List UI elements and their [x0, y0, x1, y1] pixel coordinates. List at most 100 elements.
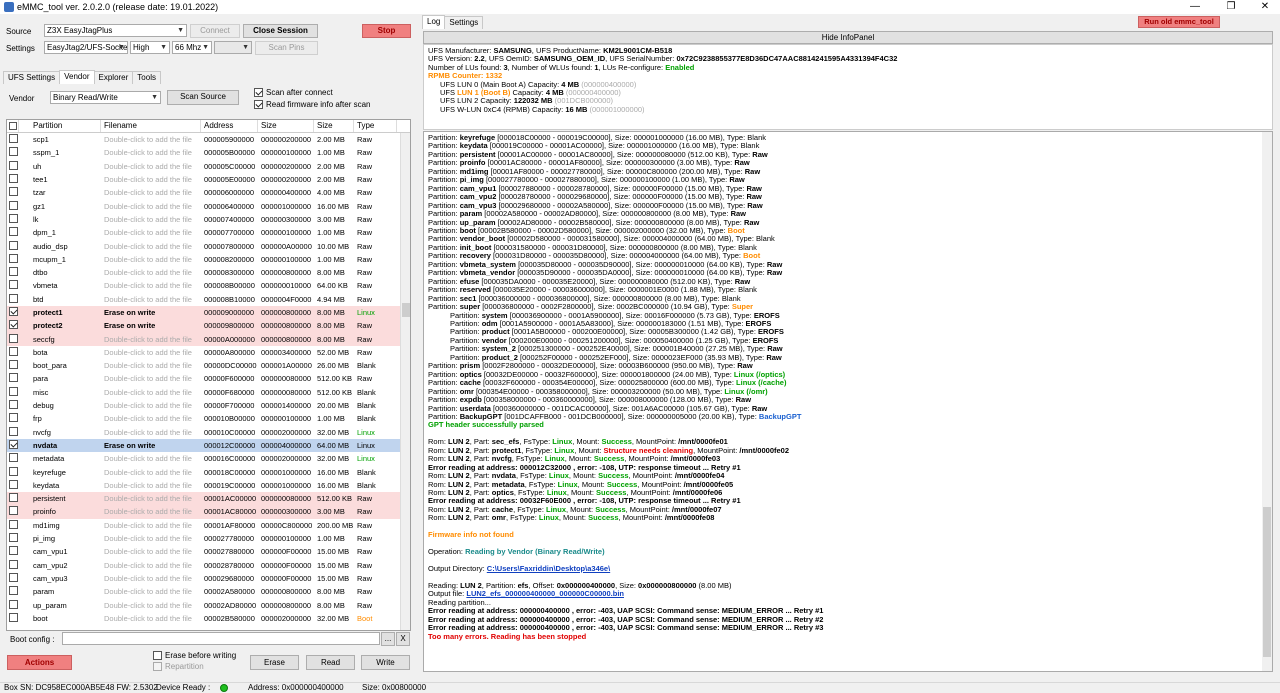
table-row[interactable]: param Double-click to add the file 00002A5… — [7, 585, 410, 598]
table-row[interactable]: seccfg Double-click to add the file 00000A… — [7, 332, 410, 346]
header-type[interactable]: Type — [354, 120, 397, 132]
row-checkbox[interactable] — [7, 400, 19, 411]
row-checkbox[interactable] — [7, 293, 19, 305]
row-checkbox[interactable] — [7, 373, 19, 384]
speed-select[interactable]: High ▼ — [130, 41, 170, 54]
table-row[interactable]: audio_dsp Double-click to add the file 000… — [7, 239, 410, 252]
boot-config-input[interactable] — [62, 632, 380, 645]
extra-select[interactable]: ▼ — [214, 41, 252, 54]
table-row[interactable]: bota Double-click to add the file 00000A80… — [7, 346, 410, 359]
read-button[interactable]: Read — [306, 655, 355, 670]
table-row[interactable]: btd Double-click to add the file 000008B10… — [7, 293, 410, 306]
table-row[interactable]: nvdata Erase on write 000012C00000 00000400… — [7, 438, 410, 453]
table-row[interactable]: cam_vpu2 Double-click to add the file 0000… — [7, 559, 410, 572]
scan-after-connect-checkbox[interactable]: Scan after connect — [254, 88, 333, 97]
vendor-select[interactable]: Binary Read/Write ▼ — [50, 91, 161, 104]
table-row[interactable]: tee1 Double-click to add the file 000005E0… — [7, 173, 410, 186]
log-panel[interactable]: Partition: keyrefuge [000018C00000 - 000… — [423, 131, 1273, 672]
row-checkbox[interactable] — [7, 346, 19, 358]
row-checkbox[interactable] — [7, 280, 19, 291]
table-row[interactable]: boot_para Double-click to add the file 000… — [7, 359, 410, 372]
table-scrollbar[interactable] — [400, 133, 410, 630]
header-filename[interactable]: Filename — [101, 120, 201, 132]
erase-before-writing-checkbox[interactable]: Erase before writing — [153, 651, 236, 660]
table-row[interactable]: boot Double-click to add the file 00002B58… — [7, 612, 410, 625]
repartition-checkbox[interactable]: Repartition — [153, 662, 204, 671]
table-row[interactable]: frp Double-click to add the file 000010B00… — [7, 412, 410, 425]
row-checkbox[interactable] — [7, 160, 19, 172]
row-checkbox[interactable] — [7, 147, 19, 158]
row-checkbox[interactable] — [7, 200, 19, 212]
table-row[interactable]: metadata Double-click to add the file 0000… — [7, 452, 410, 465]
row-checkbox[interactable] — [7, 187, 19, 198]
row-checkbox[interactable] — [7, 519, 19, 531]
tab-vendor[interactable]: Vendor — [59, 70, 95, 84]
table-row[interactable]: cam_vpu1 Double-click to add the file 0000… — [7, 545, 410, 558]
table-row[interactable]: keydata Double-click to add the file 00001… — [7, 479, 410, 492]
row-checkbox[interactable] — [7, 466, 19, 478]
table-row[interactable]: dtbo Double-click to add the file 00000830… — [7, 266, 410, 279]
table-row[interactable]: gz1 Double-click to add the file 000006400… — [7, 199, 410, 212]
actions-button[interactable]: Actions — [7, 655, 72, 670]
row-checkbox[interactable] — [7, 307, 19, 318]
browse-button[interactable]: ... — [381, 632, 395, 646]
row-checkbox[interactable] — [7, 599, 19, 611]
row-checkbox[interactable] — [7, 546, 19, 557]
row-checkbox[interactable] — [7, 174, 19, 185]
stop-button[interactable]: Stop — [362, 24, 411, 38]
connect-button[interactable]: Connect — [190, 24, 240, 38]
row-checkbox[interactable] — [7, 426, 19, 438]
table-row[interactable]: nvcfg Double-click to add the file 000010C… — [7, 426, 410, 439]
row-checkbox[interactable] — [7, 213, 19, 225]
erase-button[interactable]: Erase — [250, 655, 299, 670]
close-window-button[interactable]: ✕ — [1248, 0, 1280, 14]
table-row[interactable]: dpm_1 Double-click to add the file 0000077… — [7, 226, 410, 239]
tab-explorer[interactable]: Explorer — [93, 71, 134, 84]
table-row[interactable]: mcupm_1 Double-click to add the file 00000… — [7, 253, 410, 266]
row-checkbox[interactable] — [7, 612, 19, 624]
row-checkbox[interactable] — [7, 253, 19, 265]
hide-infopanel-button[interactable]: Hide InfoPanel — [423, 31, 1273, 44]
table-row[interactable]: misc Double-click to add the file 00000F68… — [7, 386, 410, 399]
frequency-select[interactable]: 66 Mhz ▼ — [172, 41, 212, 54]
row-checkbox[interactable] — [7, 413, 19, 424]
table-row[interactable]: persistent Double-click to add the file 00… — [7, 492, 410, 506]
table-row[interactable]: cam_vpu3 Double-click to add the file 0000… — [7, 572, 410, 585]
scrollbar-thumb[interactable] — [1263, 507, 1271, 657]
minimize-button[interactable]: — — [1178, 0, 1212, 14]
row-checkbox[interactable] — [7, 386, 19, 398]
table-row[interactable]: para Double-click to add the file 00000F60… — [7, 372, 410, 385]
table-row[interactable]: md1img Double-click to add the file 00001A… — [7, 519, 410, 532]
header-address[interactable]: Address — [201, 120, 258, 132]
adapter-select[interactable]: EasyJtag2/UFS-Socke ▼ — [44, 41, 128, 54]
table-row[interactable]: tzar Double-click to add the file 00000600… — [7, 186, 410, 199]
maximize-button[interactable]: ❐ — [1214, 0, 1248, 14]
header-select-all[interactable] — [7, 120, 19, 132]
table-row[interactable]: sspm_1 Double-click to add the file 000005… — [7, 146, 410, 159]
table-row[interactable]: pi_img Double-click to add the file 000027… — [7, 532, 410, 545]
scan-source-button[interactable]: Scan Source — [167, 90, 239, 105]
row-checkbox[interactable] — [7, 320, 19, 331]
tab-log[interactable]: Log — [422, 15, 446, 29]
row-checkbox[interactable] — [7, 240, 19, 252]
table-row[interactable]: vbmeta Double-click to add the file 000008… — [7, 279, 410, 292]
run-old-emmc-tool-button[interactable]: Run old emmc_tool — [1138, 16, 1220, 28]
table-row[interactable]: proinfo Double-click to add the file 00001… — [7, 505, 410, 519]
row-checkbox[interactable] — [7, 586, 19, 597]
row-checkbox[interactable] — [7, 479, 19, 491]
table-row[interactable]: uh Double-click to add the file 000005C000… — [7, 160, 410, 173]
write-button[interactable]: Write — [361, 655, 410, 670]
header-size-hex[interactable]: Size — [258, 120, 314, 132]
table-row[interactable]: up_param Double-click to add the file 0000… — [7, 598, 410, 611]
table-row[interactable]: keyrefuge Double-click to add the file 000… — [7, 465, 410, 478]
tab-tools[interactable]: Tools — [132, 71, 161, 84]
close-session-button[interactable]: Close Session — [243, 24, 318, 38]
table-row[interactable]: scp1 Double-click to add the file 00000590… — [7, 133, 410, 146]
read-fw-info-checkbox[interactable]: Read firmware info after scan — [254, 100, 371, 109]
source-select[interactable]: Z3X EasyJtagPlus ▼ — [44, 24, 187, 37]
row-checkbox[interactable] — [7, 439, 19, 451]
row-checkbox[interactable] — [7, 533, 19, 544]
row-checkbox[interactable] — [7, 267, 19, 278]
row-checkbox[interactable] — [7, 493, 19, 504]
table-row[interactable]: protect2 Erase on write 000009800000 000000… — [7, 319, 410, 333]
